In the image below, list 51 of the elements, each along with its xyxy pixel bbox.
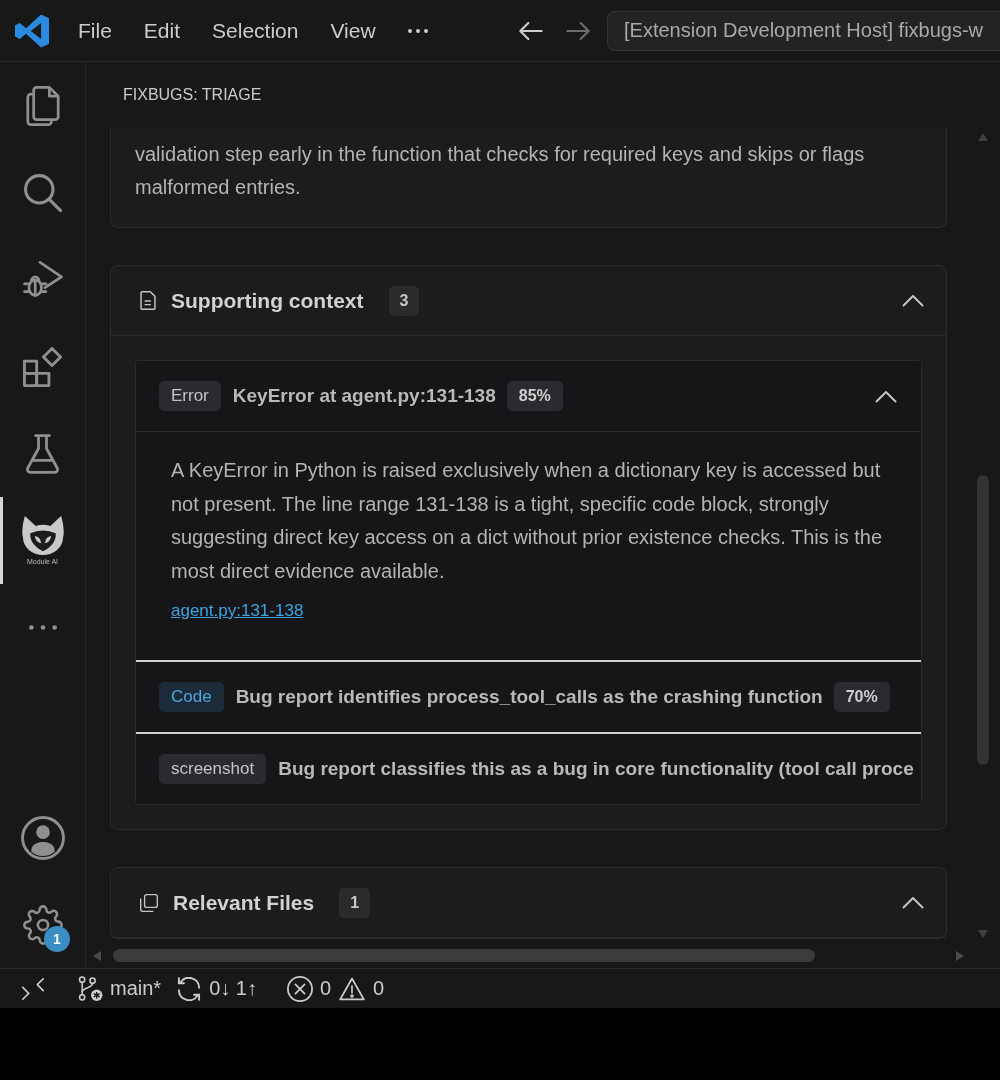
file-link[interactable]: agent.py:131-138 xyxy=(171,601,304,620)
copy-icon xyxy=(140,893,158,912)
person-circle-icon[interactable] xyxy=(20,815,65,860)
files-icon xyxy=(25,85,60,126)
chevron-up-icon[interactable] xyxy=(902,896,924,909)
search-icon xyxy=(23,173,62,212)
branch-button[interactable]: main* xyxy=(70,969,170,1008)
type-tag: screenshot xyxy=(159,754,267,784)
summary-text: validation step early in the function that checks for required keys and skips or flags malformed entries. xyxy=(135,142,866,200)
confidence-badge: 85% xyxy=(506,381,563,411)
count-badge: 3 xyxy=(388,285,420,316)
more-icon[interactable] xyxy=(28,625,57,630)
angle-brackets-icon[interactable] xyxy=(22,977,44,1000)
notification-badge: 1 xyxy=(44,926,70,952)
type-tag: Code xyxy=(159,682,224,712)
section-title: Relevant Files xyxy=(173,890,315,915)
evidence-title: KeyError at agent.py:131-138 xyxy=(232,385,496,407)
scrollbar-thumb[interactable] xyxy=(977,475,989,765)
menu-item[interactable]: View xyxy=(318,13,388,48)
evidence-title: Bug report identifies process_tool_calls as the crashing function xyxy=(235,686,823,708)
menu-item[interactable]: File xyxy=(66,13,124,48)
panel-title: FIXBUGS: TRIAGE xyxy=(123,86,262,104)
flask-icon xyxy=(26,433,59,474)
chevron-up-icon[interactable] xyxy=(875,389,897,403)
sync-button[interactable]: 0↓ 1↑ xyxy=(169,969,265,1008)
error-icon xyxy=(286,975,313,1002)
cat-logo-icon xyxy=(20,515,65,555)
menu-item[interactable]: Selection xyxy=(200,13,311,48)
warnings-button[interactable]: 0 xyxy=(331,969,393,1008)
menu-item[interactable]: Edit xyxy=(131,13,193,48)
evidence-title: Bug report classifies this as a bug in core functionality (tool call proce xyxy=(278,758,914,780)
branch-icon xyxy=(78,975,104,1002)
confidence-badge: 70% xyxy=(833,682,890,712)
chevron-up-icon[interactable] xyxy=(902,294,924,307)
command-center[interactable]: [Extension Development Host] fixbugs-w xyxy=(607,10,1000,51)
blocks-icon xyxy=(23,346,62,387)
evidence-item[interactable]: screenshot Bug report classifies this as a bug in core functionality (tool call proce xyxy=(136,732,921,804)
more-icon[interactable] xyxy=(407,28,428,33)
evidence-text: A KeyError in Python is raised exclusively when a dictionary key is accessed but not present. The line range 131-138 is a tight, specific code block, strongly suggesting direct key access on a dict without prior existence checks. This is the most direct evidence available. xyxy=(171,458,884,584)
ribbon-logo-icon xyxy=(15,13,49,48)
section-title: Supporting context xyxy=(171,288,364,313)
back-arrow-icon[interactable] xyxy=(519,20,543,41)
sync-icon xyxy=(177,976,202,1001)
warning-icon xyxy=(339,976,366,1001)
document-icon xyxy=(140,291,156,310)
errors-button[interactable]: 0 xyxy=(278,969,332,1008)
count-badge: 1 xyxy=(339,887,371,918)
type-tag: Error xyxy=(159,381,221,411)
play-bug-icon xyxy=(22,260,63,299)
scrollbar-thumb[interactable] xyxy=(113,949,815,962)
forward-arrow-icon[interactable] xyxy=(566,20,590,41)
